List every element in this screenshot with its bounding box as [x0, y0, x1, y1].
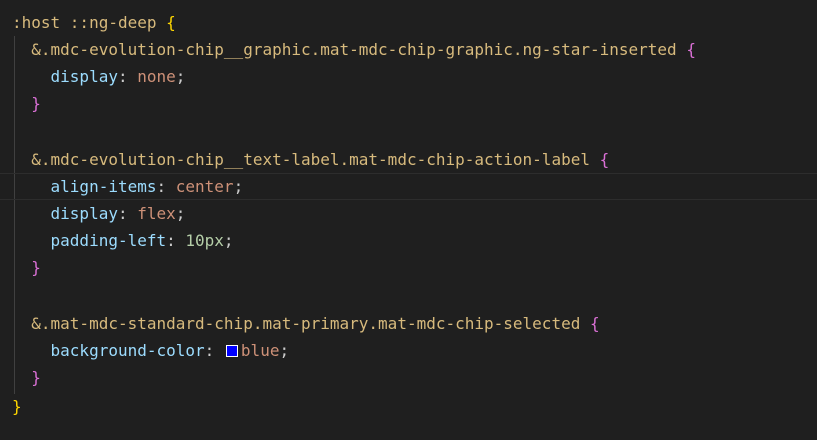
- css-property: display: [50, 204, 118, 223]
- code-line-6[interactable]: &.mdc-evolution-chip__text-label.mat-mdc…: [0, 146, 817, 173]
- chip-text-label-selector: &.mdc-evolution-chip__text-label.mat-mdc…: [31, 150, 590, 169]
- chip-graphic-selector: &.mdc-evolution-chip__graphic.mat-mdc-ch…: [31, 40, 677, 59]
- css-property: padding-left: [50, 231, 167, 250]
- code-line-15[interactable]: }: [0, 393, 817, 420]
- code-line-7-current[interactable]: align-items: center;: [0, 173, 817, 200]
- close-brace: }: [31, 258, 41, 277]
- css-value: center: [175, 177, 234, 196]
- code-line-3[interactable]: display: none;: [0, 63, 817, 90]
- root-selector: :host ::ng-deep: [12, 13, 157, 32]
- open-brace: {: [599, 150, 610, 169]
- code-line-13[interactable]: background-color: blue;: [0, 337, 817, 364]
- css-value: 10px: [185, 231, 224, 250]
- code-line-5[interactable]: [0, 117, 817, 144]
- code-line-14[interactable]: }: [0, 364, 817, 391]
- code-line-1[interactable]: :host ::ng-deep {: [0, 9, 817, 36]
- code-line-4[interactable]: }: [0, 90, 817, 117]
- css-value: blue: [240, 341, 280, 360]
- open-brace: {: [166, 13, 176, 32]
- close-brace: }: [12, 397, 22, 416]
- code-line-2[interactable]: &.mdc-evolution-chip__graphic.mat-mdc-ch…: [0, 36, 817, 63]
- color-swatch-icon[interactable]: [225, 345, 238, 357]
- standard-chip-selector: &.mat-mdc-standard-chip.mat-primary.mat-…: [31, 314, 581, 333]
- css-value: flex: [137, 204, 176, 223]
- close-brace: }: [31, 94, 41, 113]
- css-property: background-color: [50, 341, 205, 360]
- open-brace: {: [589, 314, 600, 333]
- css-value: none: [137, 67, 176, 86]
- code-editor[interactable]: :host ::ng-deep { &.mdc-evolution-chip__…: [0, 0, 817, 440]
- css-property: display: [50, 67, 118, 86]
- code-line-9[interactable]: padding-left: 10px;: [0, 227, 817, 254]
- code-line-8[interactable]: display: flex;: [0, 200, 817, 227]
- code-line-10[interactable]: }: [0, 254, 817, 281]
- code-line-11[interactable]: [0, 281, 817, 308]
- code-line-12[interactable]: &.mat-mdc-standard-chip.mat-primary.mat-…: [0, 310, 817, 337]
- css-property: align-items: [50, 177, 157, 196]
- open-brace: {: [686, 40, 696, 59]
- close-brace: }: [31, 368, 41, 387]
